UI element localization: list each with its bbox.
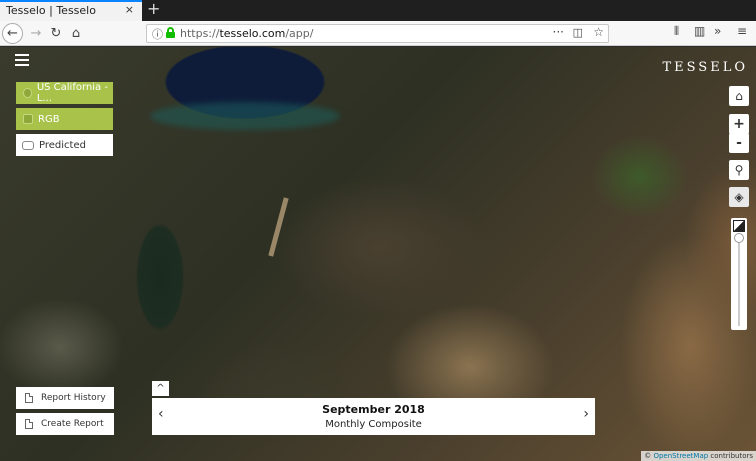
- layer-rgb-label: RGB: [38, 113, 60, 125]
- hamburger-menu-icon[interactable]: [15, 54, 29, 69]
- bookmark-star-icon[interactable]: ☆: [593, 25, 604, 39]
- tesselo-logo: TESSELO: [662, 60, 748, 75]
- map-attribution: © OpenStreetMap contributors: [641, 451, 756, 461]
- back-icon: ←: [7, 26, 18, 41]
- zoom-out-button[interactable]: -: [729, 133, 749, 153]
- reload-button[interactable]: ↻: [46, 23, 66, 43]
- tab-bar: Tesselo | Tesselo × +: [0, 0, 756, 21]
- time-selector: ‹ September 2018 Monthly Composite ›: [152, 398, 595, 435]
- opacity-rail: [738, 236, 740, 326]
- map-runway: [268, 197, 289, 257]
- home-icon: ⌂: [735, 89, 743, 103]
- satellite-map[interactable]: US California - L... RGB Predicted TESSE…: [0, 47, 756, 461]
- url-bar[interactable]: ⓘ https://tesselo.com/app/ ··· ◫ ☆: [146, 24, 609, 43]
- navigation-bar: ← → ↻ ⌂ ⓘ https://tesselo.com/app/ ··· ◫…: [0, 21, 756, 46]
- create-report-button[interactable]: Create Report: [16, 413, 114, 435]
- layer-region-label: US California - L...: [36, 82, 108, 104]
- layers-icon: ◈: [734, 190, 744, 204]
- browser-tab[interactable]: Tesselo | Tesselo ×: [0, 0, 142, 21]
- home-button[interactable]: ⌂: [66, 23, 86, 43]
- lock-icon: [166, 27, 175, 38]
- library-icon[interactable]: ⫴: [674, 24, 679, 39]
- forward-button[interactable]: →: [26, 23, 46, 43]
- opacity-slider[interactable]: [731, 218, 747, 330]
- create-report-label: Create Report: [41, 419, 104, 429]
- tab-close-icon[interactable]: ×: [125, 3, 134, 16]
- layers-button[interactable]: ◈: [729, 187, 749, 207]
- layer-predicted-label: Predicted: [39, 139, 86, 151]
- layer-stack-icon: [23, 114, 33, 124]
- url-text[interactable]: https://tesselo.com/app/: [180, 27, 313, 40]
- document-icon: [25, 393, 33, 403]
- workflow-icon: [22, 140, 34, 150]
- info-icon[interactable]: ⓘ: [152, 26, 163, 42]
- overflow-icon[interactable]: »: [714, 24, 721, 38]
- new-tab-button[interactable]: +: [147, 0, 160, 18]
- layer-rgb-button[interactable]: RGB: [16, 108, 113, 130]
- layer-predicted-button[interactable]: Predicted: [16, 134, 113, 156]
- tab-title: Tesselo | Tesselo: [6, 4, 96, 17]
- page-actions-icon[interactable]: ···: [553, 25, 564, 39]
- search-icon: ⚲: [734, 163, 744, 177]
- menu-icon[interactable]: ≡: [737, 24, 747, 38]
- time-period-title: September 2018: [322, 403, 425, 416]
- opacity-icon: [733, 220, 745, 232]
- back-button[interactable]: ←: [2, 23, 23, 44]
- pocket-icon[interactable]: ◫: [573, 26, 583, 39]
- openstreetmap-link[interactable]: OpenStreetMap: [653, 452, 708, 460]
- zoom-in-button[interactable]: +: [729, 114, 749, 134]
- layer-region-button[interactable]: US California - L...: [16, 82, 113, 104]
- sidebar-icon[interactable]: ▥: [694, 24, 705, 38]
- report-history-label: Report History: [41, 393, 106, 403]
- search-button[interactable]: ⚲: [729, 160, 749, 180]
- forward-icon: →: [30, 25, 42, 41]
- home-icon: ⌂: [71, 25, 81, 41]
- expand-timeline-button[interactable]: ^: [152, 381, 169, 396]
- opacity-slider-handle[interactable]: [734, 233, 744, 243]
- reload-icon: ↻: [50, 25, 62, 41]
- layer-region-icon: [23, 88, 32, 98]
- next-period-button[interactable]: ›: [583, 406, 589, 422]
- report-history-button[interactable]: Report History: [16, 387, 114, 409]
- home-view-button[interactable]: ⌂: [729, 86, 749, 106]
- composite-type: Monthly Composite: [325, 419, 422, 430]
- map-shoreline: [150, 102, 340, 130]
- document-icon: [25, 419, 33, 429]
